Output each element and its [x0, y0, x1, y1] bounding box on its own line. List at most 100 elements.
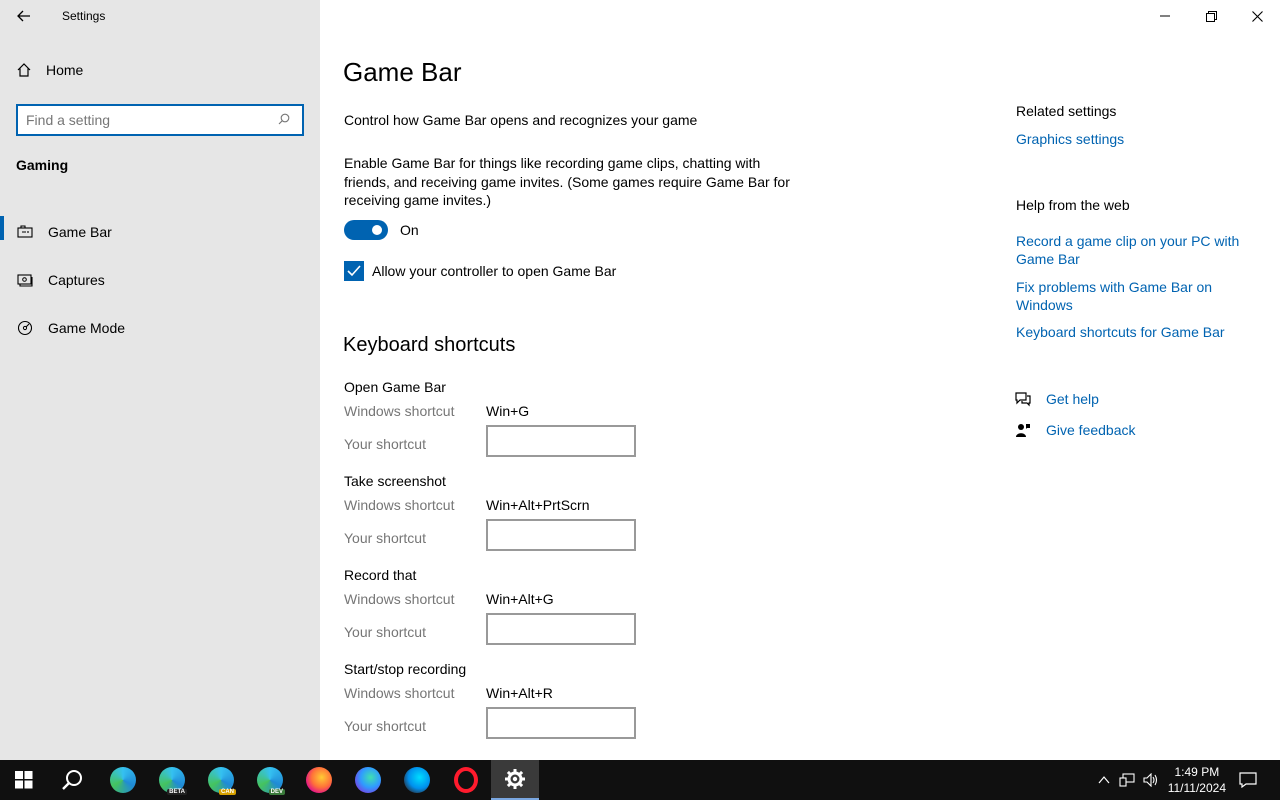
your-shortcut-label: Your shortcut	[344, 718, 426, 734]
taskbar-clock[interactable]: 1:49 PM 11/11/2024	[1168, 764, 1226, 796]
taskbar: BETA CAN DEV 1:49 PM 11/11/2024	[0, 760, 1280, 800]
edge-beta-icon: BETA	[159, 767, 187, 795]
opera-icon	[454, 767, 478, 793]
network-icon[interactable]	[1114, 773, 1140, 787]
sidebar-item-game-mode[interactable]: Game Mode	[0, 304, 320, 352]
shortcut-name: Take screenshot	[344, 473, 446, 489]
your-shortcut-label: Your shortcut	[344, 624, 426, 640]
home-icon	[17, 63, 31, 77]
get-help-icon	[1014, 390, 1032, 408]
give-feedback-link[interactable]: Give feedback	[1014, 421, 1136, 439]
back-arrow-icon	[17, 10, 30, 22]
windows-shortcut-label: Windows shortcut	[344, 591, 455, 607]
page-title: Game Bar	[343, 57, 462, 87]
sidebar-item-captures[interactable]: Captures	[0, 256, 320, 304]
taskbar-app-firefox-developer[interactable]	[344, 760, 392, 800]
taskbar-app-firefox-nightly[interactable]	[393, 760, 441, 800]
fix-problems-link[interactable]: Fix problems with Game Bar on Windows	[1016, 278, 1256, 314]
checkmark-icon	[347, 265, 361, 277]
toggle-state-label: On	[400, 222, 419, 238]
give-feedback-label: Give feedback	[1046, 422, 1136, 438]
controller-checkbox-label: Allow your controller to open Game Bar	[372, 263, 617, 279]
start-button[interactable]	[0, 760, 48, 800]
taskbar-app-edge-canary[interactable]: CAN	[197, 760, 245, 800]
sidebar-nav: Game Bar Captures Game Mode	[0, 208, 320, 352]
clock-date: 11/11/2024	[1167, 781, 1226, 795]
firefox-icon	[306, 767, 332, 793]
edge-canary-icon: CAN	[208, 767, 236, 795]
edge-icon	[110, 767, 136, 793]
game-bar-toggle[interactable]	[344, 220, 388, 240]
windows-shortcut-label: Windows shortcut	[344, 685, 455, 701]
shortcut-name: Open Game Bar	[344, 379, 446, 395]
get-help-label: Get help	[1046, 391, 1099, 407]
app-badge: BETA	[167, 789, 187, 795]
your-shortcut-label: Your shortcut	[344, 530, 426, 546]
keyboard-shortcuts-link[interactable]: Keyboard shortcuts for Game Bar	[1016, 323, 1256, 341]
your-shortcut-input[interactable]	[486, 519, 636, 551]
app-badge: DEV	[268, 789, 285, 795]
settings-gear-icon	[505, 769, 525, 789]
taskbar-app-edge-dev[interactable]: DEV	[246, 760, 294, 800]
related-settings-heading: Related settings	[1016, 103, 1117, 119]
graphics-settings-link[interactable]: Graphics settings	[1016, 130, 1256, 148]
help-from-web-heading: Help from the web	[1016, 197, 1130, 213]
clock-time: 1:49 PM	[1174, 765, 1220, 779]
windows-shortcut-value: Win+G	[486, 403, 530, 419]
search-input[interactable]	[26, 112, 278, 128]
keyboard-shortcuts-heading: Keyboard shortcuts	[343, 334, 516, 356]
game-bar-description: Enable Game Bar for things like recordin…	[344, 155, 790, 208]
windows-shortcut-value: Win+Alt+PrtScrn	[486, 497, 590, 513]
sidebar-item-game-bar[interactable]: Game Bar	[0, 208, 320, 256]
app-title: Settings	[62, 9, 106, 23]
controller-checkbox-row[interactable]: Allow your controller to open Game Bar	[344, 261, 616, 281]
action-center-button[interactable]	[1226, 760, 1270, 800]
taskbar-app-edge-beta[interactable]: BETA	[148, 760, 196, 800]
section-title: Gaming	[16, 157, 69, 173]
taskbar-app-opera[interactable]	[442, 760, 490, 800]
main-content: Game Bar Control how Game Bar opens and …	[320, 0, 1280, 760]
windows-logo-icon	[15, 771, 33, 789]
shortcut-name: Record that	[344, 567, 417, 583]
firefox-developer-icon	[355, 767, 381, 793]
game-bar-toggle-row: On	[344, 220, 419, 240]
your-shortcut-input[interactable]	[486, 707, 636, 739]
home-link[interactable]: Home	[16, 62, 83, 78]
home-label: Home	[46, 62, 84, 78]
volume-icon[interactable]	[1140, 773, 1162, 787]
sidebar: Settings Home Gaming Game Bar Captures	[0, 0, 320, 760]
back-button[interactable]	[12, 6, 36, 26]
your-shortcut-input[interactable]	[486, 613, 636, 645]
shortcut-name: Start/stop recording	[344, 661, 467, 677]
search-icon[interactable]	[278, 113, 294, 128]
firefox-nightly-icon	[404, 767, 430, 793]
windows-shortcut-label: Windows shortcut	[344, 403, 455, 419]
taskbar-app-firefox[interactable]	[295, 760, 343, 800]
sidebar-item-label: Game Mode	[48, 320, 126, 336]
captures-icon	[16, 271, 34, 289]
app-badge: CAN	[219, 789, 236, 795]
windows-shortcut-value: Win+Alt+G	[486, 591, 554, 607]
your-shortcut-input[interactable]	[486, 425, 636, 457]
search-icon	[62, 770, 82, 790]
search-box[interactable]	[16, 104, 304, 136]
system-tray	[1094, 760, 1162, 800]
get-help-link[interactable]: Get help	[1014, 390, 1099, 408]
sidebar-item-label: Game Bar	[48, 224, 112, 240]
game-mode-icon	[16, 319, 34, 337]
your-shortcut-label: Your shortcut	[344, 436, 426, 452]
controller-checkbox[interactable]	[344, 261, 364, 281]
game-bar-icon	[16, 223, 34, 241]
show-hidden-icons-chevron-icon[interactable]	[1094, 776, 1114, 784]
search-taskbar-button[interactable]	[48, 760, 96, 800]
sidebar-item-label: Captures	[48, 272, 105, 288]
taskbar-app-settings[interactable]	[491, 760, 539, 800]
page-subtitle: Control how Game Bar opens and recognize…	[344, 112, 698, 128]
notification-icon	[1239, 772, 1257, 788]
taskbar-app-edge[interactable]	[99, 760, 147, 800]
windows-shortcut-label: Windows shortcut	[344, 497, 455, 513]
edge-dev-icon: DEV	[257, 767, 285, 795]
windows-shortcut-value: Win+Alt+R	[486, 685, 553, 701]
record-game-clip-link[interactable]: Record a game clip on your PC with Game …	[1016, 232, 1256, 268]
give-feedback-icon	[1014, 421, 1032, 439]
